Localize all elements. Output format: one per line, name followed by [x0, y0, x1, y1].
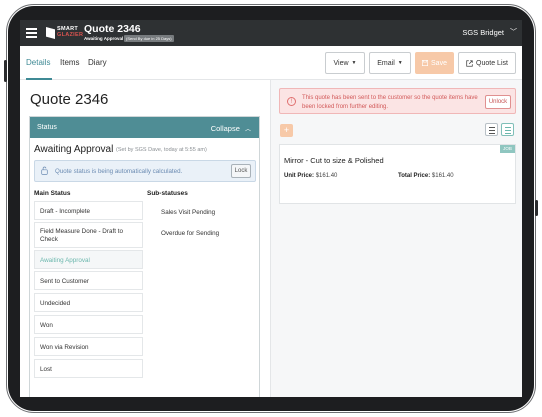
due-badge: (Send By due in 25 Days)	[124, 34, 174, 42]
tab-details[interactable]: Details	[26, 58, 50, 67]
sub-status-label: Sales Visit Pending	[161, 209, 216, 216]
volume-button	[4, 60, 7, 82]
items-pane: ! This quote has been sent to the custom…	[271, 80, 522, 397]
unit-price-label: Unit Price:	[284, 173, 315, 179]
app-screen: SMART GLAZIER Quote 2346 Awaiting Approv…	[20, 20, 522, 397]
save-button-label: Save	[431, 59, 447, 67]
list-view-icon[interactable]	[485, 123, 498, 136]
chevron-up-icon: ︿	[244, 126, 251, 133]
quote-status: Awaiting Approval	[84, 36, 124, 41]
power-button	[535, 200, 538, 216]
alert-icon: !	[287, 97, 296, 106]
sub-status-label: Overdue for Sending	[161, 230, 220, 237]
quote-list-button[interactable]: Quote List	[458, 52, 516, 74]
locked-alert-message: This quote has been sent to the customer…	[302, 95, 478, 110]
current-status: Awaiting Approval	[34, 144, 114, 155]
status-set-by: (Set by SGS Dave, today at 5:55 am)	[116, 146, 207, 153]
checkbox-icon[interactable]	[151, 229, 157, 235]
unit-price: Unit Price: $161.40	[284, 173, 337, 179]
user-menu[interactable]: SGS Bridget	[462, 28, 504, 37]
status-panel-title: Status	[37, 124, 57, 131]
tab-items[interactable]: Items	[60, 58, 80, 67]
details-pane: Quote 2346 Status Collapse ︿ Awaiting Ap…	[20, 80, 271, 397]
job-badge: JOB	[500, 145, 515, 153]
auto-status-message: Quote status is being automatically calc…	[55, 168, 183, 175]
total-price-label: Total Price:	[398, 173, 431, 179]
save-icon	[422, 60, 429, 66]
unlock-icon	[41, 166, 48, 175]
quote-list-label: Quote List	[476, 59, 508, 67]
email-dropdown-button[interactable]: Email ▼	[369, 52, 411, 74]
sub-status-overdue-for-sending[interactable]: Overdue for Sending	[151, 229, 219, 237]
save-button[interactable]: Save	[415, 52, 454, 74]
caret-down-icon: ▼	[351, 60, 357, 66]
quote-title: Quote 2346	[84, 23, 141, 35]
total-price-value: $161.40	[431, 173, 454, 179]
item-title: Mirror - Cut to size & Polished	[284, 156, 384, 165]
caret-down-icon: ▼	[397, 60, 403, 66]
app-logo[interactable]: SMART GLAZIER	[46, 26, 84, 40]
tab-diary[interactable]: Diary	[88, 58, 107, 67]
auto-status-notice: Quote status is being automatically calc…	[34, 160, 256, 182]
external-link-icon	[466, 59, 473, 67]
main-status-header: Main Status	[34, 190, 71, 197]
unit-price-value: $161.40	[315, 173, 338, 179]
sub-status-sales-visit-pending[interactable]: Sales Visit Pending	[151, 208, 215, 216]
page-title: Quote 2346	[30, 91, 109, 108]
sub-status-header: Sub-statuses	[147, 190, 188, 197]
compact-view-icon[interactable]	[501, 123, 514, 136]
tablet-device: SMART GLAZIER Quote 2346 Awaiting Approv…	[0, 0, 542, 417]
status-option-lost[interactable]: Lost	[34, 359, 143, 378]
top-bar: SMART GLAZIER Quote 2346 Awaiting Approv…	[20, 20, 522, 46]
email-button-label: Email	[377, 59, 395, 67]
status-panel-header[interactable]: Status Collapse ︿	[30, 117, 259, 138]
status-option-awaiting-approval[interactable]: Awaiting Approval	[34, 250, 143, 269]
checkbox-icon[interactable]	[151, 208, 157, 214]
logo-text-bottom: GLAZIER	[57, 32, 84, 38]
collapse-label: Collapse	[210, 123, 240, 133]
status-option-sent-to-customer[interactable]: Sent to Customer	[34, 271, 143, 290]
view-button-label: View	[333, 59, 349, 67]
quote-item-card[interactable]: JOB Mirror - Cut to size & Polished Unit…	[279, 144, 516, 204]
status-option-draft-incomplete[interactable]: Draft - Incomplete	[34, 201, 143, 220]
logo-mark-icon	[46, 27, 55, 39]
status-option-won[interactable]: Won	[34, 315, 143, 334]
collapse-toggle[interactable]: Collapse ︿	[211, 124, 251, 133]
view-dropdown-button[interactable]: View ▼	[325, 52, 365, 74]
locked-alert: ! This quote has been sent to the custom…	[279, 88, 516, 114]
status-option-won-via-revision[interactable]: Won via Revision	[34, 337, 143, 356]
status-option-undecided[interactable]: Undecided	[34, 293, 143, 312]
plus-icon[interactable]: +	[280, 124, 293, 137]
hamburger-menu-icon[interactable]	[26, 28, 37, 38]
total-price: Total Price: $161.40	[398, 173, 454, 179]
tabs-toolbar: Details Items Diary View ▼ Email ▼ Save	[20, 46, 522, 80]
status-option-field-measure-done[interactable]: Field Measure Done - Draft to Check	[34, 222, 143, 248]
lock-button[interactable]: Lock	[231, 164, 251, 178]
unlock-button[interactable]: Unlock	[485, 95, 511, 109]
chevron-down-icon[interactable]: ﹀	[510, 27, 517, 37]
status-panel: Status Collapse ︿ Awaiting Approval (Set…	[29, 116, 260, 397]
